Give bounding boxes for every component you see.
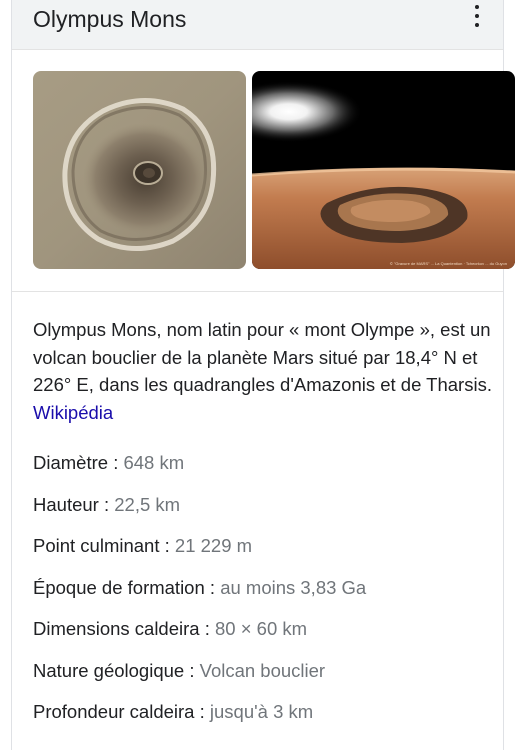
fact-label: Nature géologique xyxy=(33,659,185,681)
wikipedia-link[interactable]: Wikipédia xyxy=(33,402,113,423)
fact-separator: : xyxy=(199,618,215,639)
kebab-dot xyxy=(475,5,479,9)
page: Olympus Mons © "Gravure de MARS" ... La … xyxy=(0,0,517,750)
panel-header: Olympus Mons xyxy=(12,0,503,50)
fact-separator: : xyxy=(194,701,210,722)
image-gallery: © "Gravure de MARS" ... La Quantention ·… xyxy=(12,50,515,292)
fact-diametre: Diamètre : 648 km xyxy=(33,449,498,491)
fact-profondeur-caldeira: Profondeur caldeira : jusqu'à 3 km xyxy=(33,698,498,740)
fact-label: Point culminant xyxy=(33,535,160,556)
fact-value: 648 km xyxy=(123,452,185,473)
olympus-mons-perspective-image[interactable]: © "Gravure de MARS" ... La Quantention ·… xyxy=(252,71,515,269)
kebab-dot xyxy=(475,23,479,27)
knowledge-panel: Olympus Mons © "Gravure de MARS" ... La … xyxy=(11,0,515,750)
fact-value: jusqu'à 3 km xyxy=(209,701,314,722)
fact-value: au moins 3,83 Ga xyxy=(220,576,367,598)
fact-dimensions-caldeira: Dimensions caldeira : 80 × 60 km xyxy=(33,615,498,657)
fact-value: 21 229 m xyxy=(174,535,253,556)
panel-title: Olympus Mons xyxy=(33,6,187,32)
fact-point-culminant: Point culminant : 21 229 m xyxy=(33,532,498,574)
fact-value: 80 × 60 km xyxy=(215,618,308,639)
fact-separator: : xyxy=(159,535,175,556)
image-caption: © "Gravure de MARS" ... La Quantention ·… xyxy=(390,261,507,266)
fact-separator: : xyxy=(204,576,221,598)
kebab-dot xyxy=(475,14,479,18)
fact-label: Profondeur caldeira xyxy=(33,701,195,722)
description-text: Olympus Mons, nom latin pour « mont Olym… xyxy=(33,319,492,395)
fact-separator: : xyxy=(108,452,124,473)
fact-separator: : xyxy=(98,493,115,515)
olympus-mons-top-view-image[interactable] xyxy=(33,71,246,269)
fact-label: Dimensions caldeira xyxy=(33,618,200,639)
fact-label: Diamètre xyxy=(33,452,109,473)
fact-label: Époque de formation xyxy=(33,576,205,598)
fact-label: Hauteur xyxy=(33,493,99,515)
fact-nature-geologique: Nature géologique : Volcan bouclier xyxy=(33,657,498,699)
fact-value: Volcan bouclier xyxy=(199,659,326,681)
fact-value: 22,5 km xyxy=(114,493,181,515)
fact-separator: : xyxy=(184,659,200,681)
facts-list: Diamètre : 648 km Hauteur : 22,5 km Poin… xyxy=(33,449,498,740)
fact-epoque-de-formation: Époque de formation : au moins 3,83 Ga xyxy=(33,574,498,616)
more-vert-icon[interactable] xyxy=(467,5,487,27)
fact-hauteur: Hauteur : 22,5 km xyxy=(33,491,498,533)
description: Olympus Mons, nom latin pour « mont Olym… xyxy=(33,316,498,426)
